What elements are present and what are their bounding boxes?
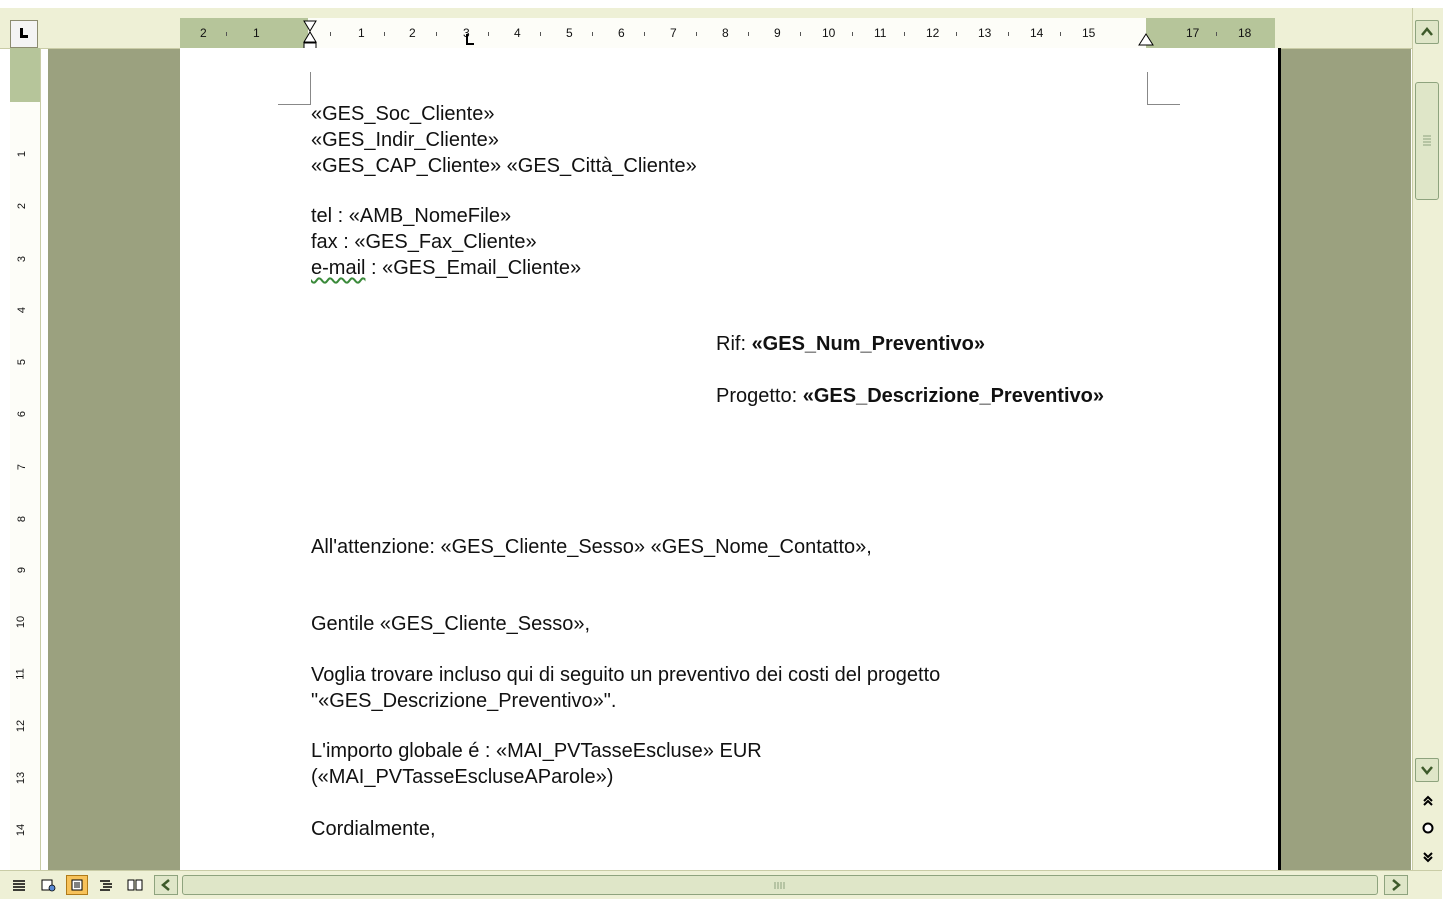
- address-line-city[interactable]: «GES_CAP_Cliente» «GES_Città_Cliente»: [311, 153, 697, 179]
- page-corner-mark: [278, 72, 311, 105]
- ruler-top-margin: [10, 48, 40, 102]
- reference-line[interactable]: Rif: «GES_Num_Preventivo»: [716, 331, 985, 357]
- ruler-tick: [488, 32, 489, 36]
- select-browse-object-icon[interactable]: [1421, 821, 1435, 835]
- ruler-number: 2: [16, 202, 29, 210]
- normal-view-icon[interactable]: [8, 875, 30, 895]
- ruler-number: 10: [15, 615, 28, 629]
- ruler-tick: [592, 32, 593, 36]
- project-label: Progetto:: [716, 385, 803, 407]
- address-line-street[interactable]: «GES_Indir_Cliente»: [311, 127, 499, 153]
- amount-line[interactable]: L'importo globale é : «MAI_PVTasseEsclus…: [311, 738, 762, 764]
- reference-value: «GES_Num_Preventivo»: [751, 333, 985, 355]
- ruler-number: 11: [874, 26, 887, 40]
- ruler-tick: [852, 32, 853, 36]
- ruler-right-margin: [1146, 18, 1275, 48]
- ruler-number: 7: [670, 26, 677, 40]
- ruler-number: 12: [926, 26, 940, 40]
- ruler-number: 10: [822, 26, 836, 40]
- ruler-number: 14: [1030, 26, 1044, 40]
- ruler-track[interactable]: 2 1 1 2 3 4 5 6 7 8 9 10 11 12 13 14 15 …: [180, 18, 1275, 48]
- scroll-left-icon[interactable]: [154, 875, 178, 895]
- ruler-tick: [226, 32, 227, 36]
- ruler-number: 2: [200, 26, 207, 40]
- ruler-number: 1: [358, 26, 365, 40]
- horizontal-scrollbar[interactable]: [154, 875, 1410, 895]
- ruler-number: 13: [978, 26, 992, 40]
- vertical-scroll-thumb[interactable]: [1415, 82, 1439, 200]
- vertical-ruler[interactable]: 1 2 3 4 5 6 7 8 9 10 11 12 13 14: [10, 48, 41, 870]
- horizontal-ruler[interactable]: 2 1 1 2 3 4 5 6 7 8 9 10 11 12 13 14 15 …: [0, 8, 1412, 54]
- ruler-tick: [904, 32, 905, 36]
- ruler-tick: [644, 32, 645, 36]
- horizontal-scroll-thumb[interactable]: [182, 875, 1378, 895]
- contact-fax[interactable]: fax : «GES_Fax_Cliente»: [311, 229, 537, 255]
- ruler-number: 6: [16, 410, 29, 418]
- body-paragraph-line[interactable]: Voglia trovare incluso qui di seguito un…: [311, 662, 940, 688]
- ruler-tick: [800, 32, 801, 36]
- ruler-number: 17: [1186, 26, 1200, 40]
- ruler-tick: [956, 32, 957, 36]
- next-page-icon[interactable]: [1421, 850, 1435, 864]
- contact-email[interactable]: e-mail : «GES_Email_Cliente»: [311, 255, 581, 281]
- ruler-number: 2: [409, 26, 416, 40]
- bottom-bar: [0, 870, 1442, 899]
- ruler-number: 9: [774, 26, 781, 40]
- ruler-number: 18: [1238, 26, 1252, 40]
- ruler-tick: [436, 32, 437, 36]
- scroll-up-icon[interactable]: [1415, 20, 1439, 44]
- web-layout-view-icon[interactable]: [37, 875, 59, 895]
- scroll-down-icon[interactable]: [1415, 758, 1439, 782]
- body-paragraph-line[interactable]: "«GES_Descrizione_Preventivo»".: [311, 688, 616, 714]
- document-page[interactable]: «GES_Soc_Cliente» «GES_Indir_Cliente» «G…: [180, 48, 1281, 870]
- ruler-number: 4: [514, 26, 521, 40]
- amount-words-line[interactable]: («MAI_PVTasseEscluseAParole»): [311, 764, 613, 790]
- scroll-right-icon[interactable]: [1384, 875, 1408, 895]
- ruler-number: 9: [16, 566, 29, 574]
- ruler-number: 4: [16, 306, 29, 314]
- ruler-number: 11: [14, 668, 27, 680]
- project-value: «GES_Descrizione_Preventivo»: [802, 385, 1104, 407]
- ruler-number: 3: [16, 255, 29, 263]
- address-line-company[interactable]: «GES_Soc_Cliente»: [311, 101, 494, 127]
- email-label: e-mail: [311, 257, 366, 279]
- tab-stop-marker-icon[interactable]: [465, 34, 475, 46]
- ruler-number: 8: [16, 515, 29, 523]
- ruler-number: 14: [15, 823, 28, 837]
- project-line[interactable]: Progetto: «GES_Descrizione_Preventivo»: [716, 383, 1104, 409]
- right-indent-marker-icon[interactable]: [1138, 32, 1154, 46]
- ruler-tick: [330, 32, 331, 36]
- ruler-number: 5: [16, 358, 29, 366]
- closing-line[interactable]: Cordialmente,: [311, 816, 436, 842]
- ruler-number: 1: [16, 150, 29, 158]
- reference-label: Rif:: [716, 333, 752, 355]
- ruler-tick: [1008, 32, 1009, 36]
- ruler-tick: [696, 32, 697, 36]
- ruler-tick: [748, 32, 749, 36]
- attention-line[interactable]: All'attenzione: «GES_Cliente_Sesso» «GES…: [311, 534, 872, 560]
- ruler-number: 7: [16, 463, 29, 471]
- email-value: : «GES_Email_Cliente»: [365, 257, 582, 279]
- previous-page-icon[interactable]: [1421, 794, 1435, 808]
- contact-tel[interactable]: tel : «AMB_NomeFile»: [311, 203, 511, 229]
- vertical-scrollbar[interactable]: [1412, 8, 1443, 870]
- page-corner-mark: [1147, 72, 1180, 105]
- reading-layout-view-icon[interactable]: [124, 875, 146, 895]
- ruler-tick: [540, 32, 541, 36]
- ruler-number: 8: [722, 26, 729, 40]
- ruler-number: 5: [566, 26, 573, 40]
- ruler-number: 15: [1082, 26, 1096, 40]
- ruler-tick: [1216, 32, 1217, 36]
- ruler-number: 13: [15, 771, 28, 785]
- greeting-line[interactable]: Gentile «GES_Cliente_Sesso»,: [311, 611, 590, 637]
- left-tab-icon[interactable]: [10, 20, 38, 48]
- ruler-tick: [384, 32, 385, 36]
- ruler-number: 12: [15, 719, 28, 733]
- ruler-number: 6: [618, 26, 625, 40]
- outline-view-icon[interactable]: [95, 875, 117, 895]
- ruler-tick: [1060, 32, 1061, 36]
- ruler-number: 1: [253, 26, 260, 40]
- print-layout-view-icon[interactable]: [66, 875, 88, 895]
